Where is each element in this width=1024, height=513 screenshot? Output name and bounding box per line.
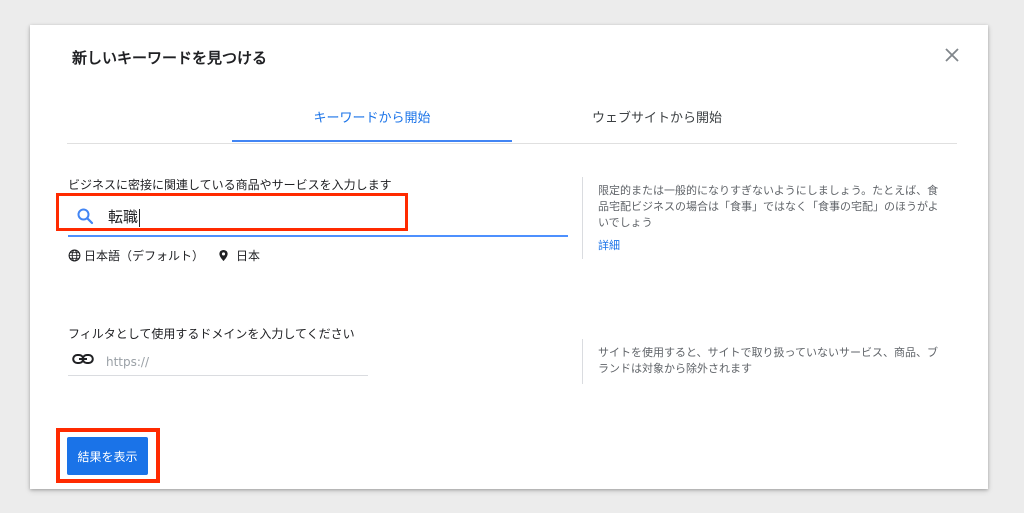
link-icon: [72, 354, 94, 364]
language-setting[interactable]: 日本語（デフォルト）: [84, 247, 204, 264]
tab-keyword-start[interactable]: キーワードから開始: [232, 105, 512, 142]
domain-input[interactable]: [104, 350, 358, 374]
domain-field-label: フィルタとして使用するドメインを入力してください: [68, 327, 355, 341]
divider: [582, 339, 583, 384]
keyword-dialog: 新しいキーワードを見つける キーワードから開始 ウェブサイトから開始 ビジネスに…: [30, 25, 988, 489]
divider: [582, 177, 583, 259]
domain-filter-field: [68, 347, 368, 376]
targeting-row: 日本語（デフォルト） 日本: [68, 247, 260, 264]
close-icon: [945, 48, 959, 62]
globe-icon: [68, 249, 81, 262]
tab-website-start[interactable]: ウェブサイトから開始: [537, 105, 777, 142]
dialog-title: 新しいキーワードを見つける: [72, 49, 268, 67]
domain-tip: サイトを使用すると、サイトで取り扱っていないサービス、商品、ブランドは対象から除…: [598, 346, 939, 375]
keyword-field-label: ビジネスに密接に関連している商品やサービスを入力します: [68, 178, 392, 192]
show-results-button[interactable]: 結果を表示: [67, 437, 148, 475]
tab-bar: キーワードから開始 ウェブサイトから開始: [67, 105, 957, 144]
search-highlight-box: [56, 193, 408, 231]
location-pin-icon: [219, 250, 228, 261]
learn-more-link[interactable]: 詳細: [598, 237, 620, 253]
keyword-tip: 限定的または一般的になりすぎないようにしましょう。たとえば、食品宅配ビジネスの場…: [598, 184, 939, 229]
close-button[interactable]: [942, 45, 962, 65]
location-setting[interactable]: 日本: [236, 247, 260, 264]
